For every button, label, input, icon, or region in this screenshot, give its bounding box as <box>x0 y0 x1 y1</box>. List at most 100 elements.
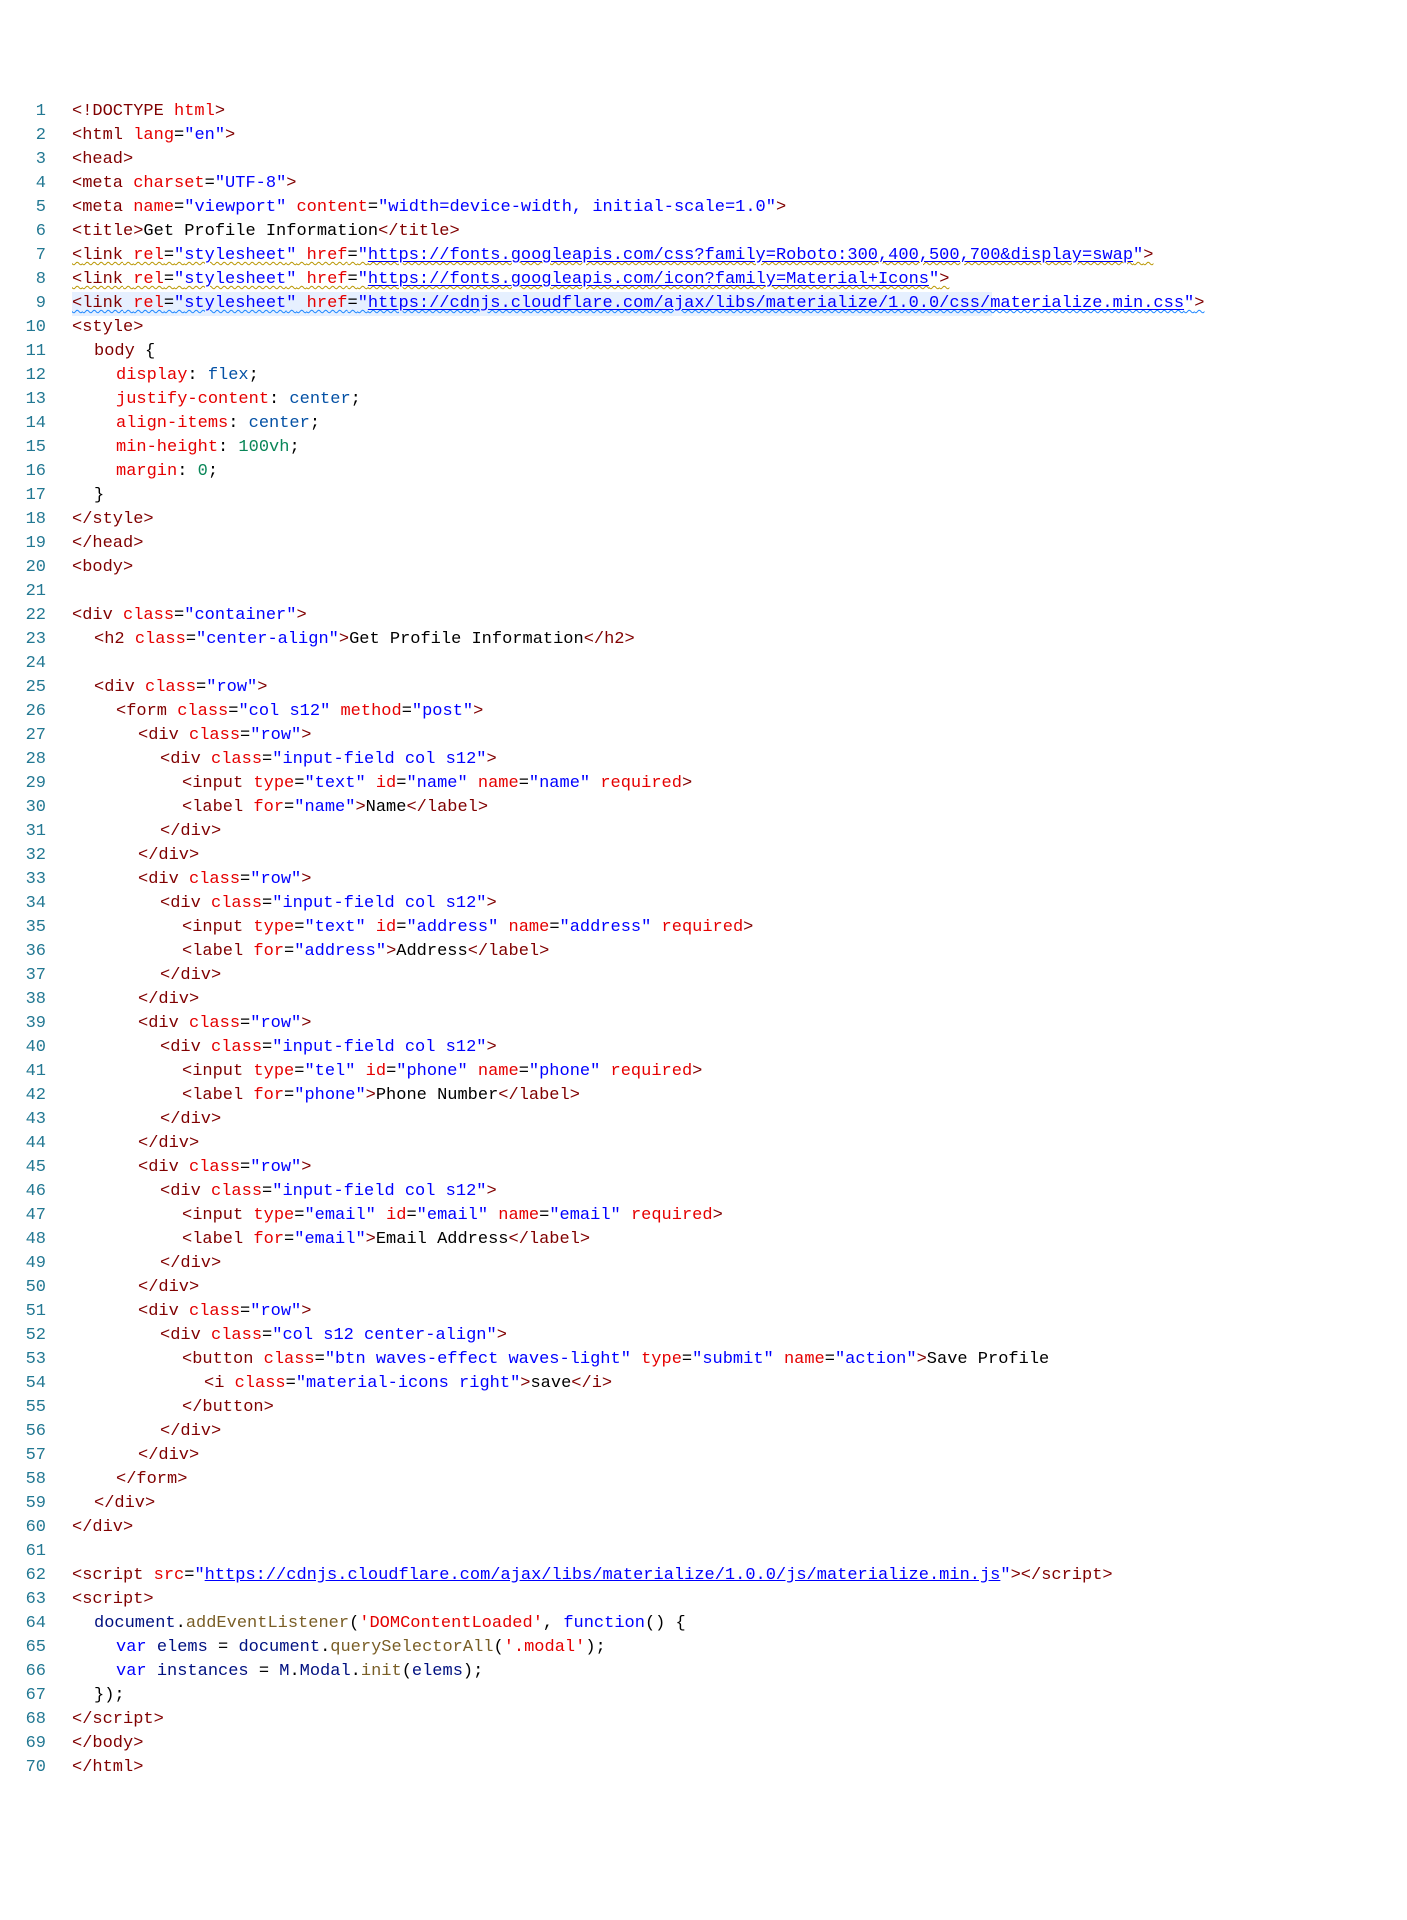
line-number: 61 <box>0 1540 50 1564</box>
code-line[interactable]: 30<label for="name">Name</label> <box>0 796 1407 820</box>
line-number: 20 <box>0 556 50 580</box>
line-number: 18 <box>0 508 50 532</box>
code-line[interactable]: 19</head> <box>0 532 1407 556</box>
code-line[interactable]: 63<script> <box>0 1588 1407 1612</box>
code-line[interactable]: 53<button class="btn waves-effect waves-… <box>0 1348 1407 1372</box>
code-line[interactable]: 25<div class="row"> <box>0 676 1407 700</box>
line-number: 49 <box>0 1252 50 1276</box>
code-line[interactable]: 15min-height: 100vh; <box>0 436 1407 460</box>
line-number: 42 <box>0 1084 50 1108</box>
code-line[interactable]: 6<title>Get Profile Information</title> <box>0 220 1407 244</box>
code-editor[interactable]: 1<!DOCTYPE html> 2<html lang="en"> 3<hea… <box>0 96 1407 1800</box>
line-number: 35 <box>0 916 50 940</box>
code-line[interactable]: 61 <box>0 1540 1407 1564</box>
code-line[interactable]: 16margin: 0; <box>0 460 1407 484</box>
code-line[interactable]: 39<div class="row"> <box>0 1012 1407 1036</box>
line-number: 50 <box>0 1276 50 1300</box>
code-line[interactable]: 60</div> <box>0 1516 1407 1540</box>
line-number: 67 <box>0 1684 50 1708</box>
code-line[interactable]: 65var elems = document.querySelectorAll(… <box>0 1636 1407 1660</box>
code-line[interactable]: 50</div> <box>0 1276 1407 1300</box>
code-line[interactable]: 62<script src="https://cdnjs.cloudflare.… <box>0 1564 1407 1588</box>
code-line[interactable]: 5<meta name="viewport" content="width=de… <box>0 196 1407 220</box>
code-line[interactable]: 24 <box>0 652 1407 676</box>
code-line[interactable]: 1<!DOCTYPE html> <box>0 100 1407 124</box>
line-number: 40 <box>0 1036 50 1060</box>
line-number: 44 <box>0 1132 50 1156</box>
code-line[interactable]: 13justify-content: center; <box>0 388 1407 412</box>
code-line[interactable]: 26<form class="col s12" method="post"> <box>0 700 1407 724</box>
code-line[interactable]: 4<meta charset="UTF-8"> <box>0 172 1407 196</box>
code-line[interactable]: 46<div class="input-field col s12"> <box>0 1180 1407 1204</box>
code-line[interactable]: 70</html> <box>0 1756 1407 1780</box>
line-number: 70 <box>0 1756 50 1780</box>
code-line[interactable]: 23<h2 class="center-align">Get Profile I… <box>0 628 1407 652</box>
code-line[interactable]: 8<link rel="stylesheet" href="https://fo… <box>0 268 1407 292</box>
line-number: 21 <box>0 580 50 604</box>
code-line[interactable]: 59</div> <box>0 1492 1407 1516</box>
code-line[interactable]: 66var instances = M.Modal.init(elems); <box>0 1660 1407 1684</box>
code-line[interactable]: 10<style> <box>0 316 1407 340</box>
code-line[interactable]: 49</div> <box>0 1252 1407 1276</box>
url-link[interactable]: https://cdnjs.cloudflare.com/ajax/libs/m… <box>368 294 1184 313</box>
code-line[interactable]: 17} <box>0 484 1407 508</box>
code-line[interactable]: 27<div class="row"> <box>0 724 1407 748</box>
code-line[interactable]: 3<head> <box>0 148 1407 172</box>
code-line[interactable]: 44</div> <box>0 1132 1407 1156</box>
code-line[interactable]: 20<body> <box>0 556 1407 580</box>
code-line[interactable]: 22<div class="container"> <box>0 604 1407 628</box>
code-line[interactable]: 64document.addEventListener('DOMContentL… <box>0 1612 1407 1636</box>
code-line[interactable]: 2<html lang="en"> <box>0 124 1407 148</box>
url-link[interactable]: https://cdnjs.cloudflare.com/ajax/libs/m… <box>205 1566 1001 1585</box>
code-line[interactable]: 36<label for="address">Address</label> <box>0 940 1407 964</box>
line-number: 26 <box>0 700 50 724</box>
line-number: 52 <box>0 1324 50 1348</box>
code-line[interactable]: 67}); <box>0 1684 1407 1708</box>
url-link[interactable]: https://fonts.googleapis.com/icon?family… <box>368 270 929 289</box>
line-number: 33 <box>0 868 50 892</box>
code-line[interactable]: 38</div> <box>0 988 1407 1012</box>
line-number: 22 <box>0 604 50 628</box>
line-number: 28 <box>0 748 50 772</box>
line-number: 10 <box>0 316 50 340</box>
code-line[interactable]: 18</style> <box>0 508 1407 532</box>
line-number: 38 <box>0 988 50 1012</box>
code-line[interactable]: 9<link rel="stylesheet" href="https://cd… <box>0 292 1407 316</box>
code-line[interactable]: 41<input type="tel" id="phone" name="pho… <box>0 1060 1407 1084</box>
code-line[interactable]: 48<label for="email">Email Address</labe… <box>0 1228 1407 1252</box>
code-line[interactable]: 42<label for="phone">Phone Number</label… <box>0 1084 1407 1108</box>
code-line[interactable]: 29<input type="text" id="name" name="nam… <box>0 772 1407 796</box>
code-line[interactable]: 68</script> <box>0 1708 1407 1732</box>
line-number: 25 <box>0 676 50 700</box>
code-line[interactable]: 45<div class="row"> <box>0 1156 1407 1180</box>
code-line[interactable]: 35<input type="text" id="address" name="… <box>0 916 1407 940</box>
line-number: 55 <box>0 1396 50 1420</box>
line-number: 62 <box>0 1564 50 1588</box>
code-line[interactable]: 32</div> <box>0 844 1407 868</box>
code-line[interactable]: 51<div class="row"> <box>0 1300 1407 1324</box>
code-line[interactable]: 31</div> <box>0 820 1407 844</box>
code-line[interactable]: 37</div> <box>0 964 1407 988</box>
code-line[interactable]: 58</form> <box>0 1468 1407 1492</box>
code-line[interactable]: 34<div class="input-field col s12"> <box>0 892 1407 916</box>
code-line[interactable]: 21 <box>0 580 1407 604</box>
code-line[interactable]: 57</div> <box>0 1444 1407 1468</box>
line-number: 68 <box>0 1708 50 1732</box>
url-link[interactable]: https://fonts.googleapis.com/css?family=… <box>368 246 1133 265</box>
code-line[interactable]: 28<div class="input-field col s12"> <box>0 748 1407 772</box>
line-number: 14 <box>0 412 50 436</box>
code-line[interactable]: 56</div> <box>0 1420 1407 1444</box>
code-line[interactable]: 52<div class="col s12 center-align"> <box>0 1324 1407 1348</box>
code-line[interactable]: 47<input type="email" id="email" name="e… <box>0 1204 1407 1228</box>
code-line[interactable]: 11body { <box>0 340 1407 364</box>
code-line[interactable]: 14align-items: center; <box>0 412 1407 436</box>
code-line[interactable]: 69</body> <box>0 1732 1407 1756</box>
code-line[interactable]: 12display: flex; <box>0 364 1407 388</box>
line-number: 65 <box>0 1636 50 1660</box>
code-line[interactable]: 55</button> <box>0 1396 1407 1420</box>
code-line[interactable]: 40<div class="input-field col s12"> <box>0 1036 1407 1060</box>
code-line[interactable]: 33<div class="row"> <box>0 868 1407 892</box>
code-line[interactable]: 7<link rel="stylesheet" href="https://fo… <box>0 244 1407 268</box>
code-line[interactable]: 54<i class="material-icons right">save</… <box>0 1372 1407 1396</box>
code-line[interactable]: 43</div> <box>0 1108 1407 1132</box>
